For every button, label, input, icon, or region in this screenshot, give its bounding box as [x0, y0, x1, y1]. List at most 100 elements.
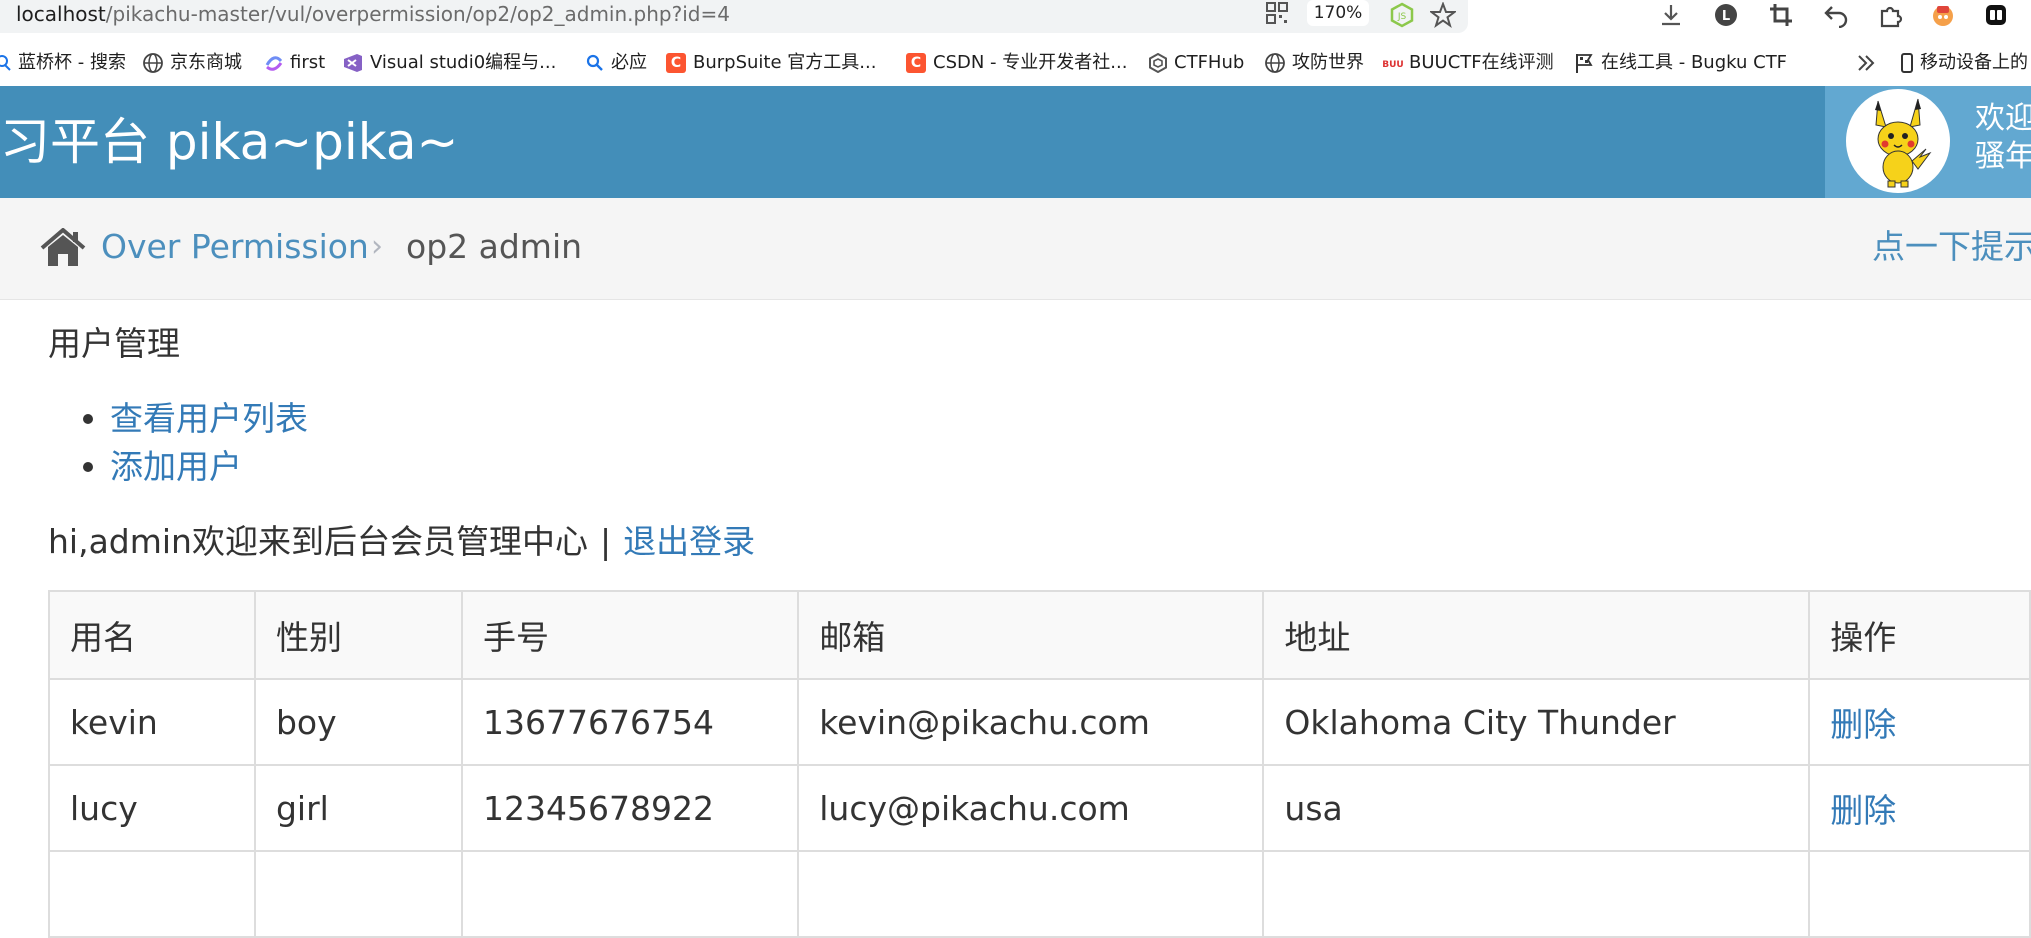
- bookmarks-overflow[interactable]: [1855, 44, 1883, 82]
- qr-code-icon[interactable]: [1266, 2, 1288, 24]
- greeting: hi,admin欢迎来到后台会员管理中心 | 退出登录: [48, 520, 755, 564]
- home-icon[interactable]: [40, 228, 86, 268]
- cell-action: 删除: [1808, 678, 2031, 766]
- svg-text:L: L: [1722, 9, 1730, 24]
- delete-link[interactable]: 删除: [1830, 705, 1896, 744]
- cell-phone: 13677676754: [461, 678, 800, 766]
- url-field[interactable]: localhost/pikachu-master/vul/overpermiss…: [0, 0, 1468, 33]
- bookmark-visual-studio[interactable]: Visual studi0编程与...: [342, 44, 556, 82]
- ctfhub-icon: [1149, 52, 1167, 74]
- add-user-link[interactable]: 添加用户: [110, 447, 242, 486]
- bookmark-label: CSDN - 专业开发者社...: [933, 52, 1128, 73]
- url-host: localhost: [16, 2, 106, 26]
- bookmark-adworld[interactable]: 攻防世界: [1264, 44, 1364, 82]
- breadcrumb-over-permission[interactable]: Over Permission: [101, 225, 369, 269]
- cell-empty: [1808, 850, 2031, 938]
- site-header: 习平台 pika~pika~ 欢迎 骚年: [0, 86, 2031, 198]
- column-header-username: 用名: [48, 590, 256, 680]
- pikachu-avatar-icon: [1848, 91, 1948, 191]
- cell-address: Oklahoma City Thunder: [1262, 678, 1811, 766]
- view-user-list-link[interactable]: 查看用户列表: [110, 399, 308, 438]
- breadcrumb-current: op2 admin: [406, 227, 583, 266]
- bookmark-label: 攻防世界: [1292, 52, 1364, 73]
- cell-phone: 12345678922: [461, 764, 800, 852]
- zoom-badge[interactable]: 170%: [1307, 0, 1369, 26]
- table-row: [48, 850, 2031, 938]
- cell-gender: boy: [253, 678, 464, 766]
- svg-text:JS: JS: [1397, 12, 1407, 22]
- first-site-icon: [265, 56, 283, 71]
- logout-link[interactable]: 退出登录: [623, 522, 755, 561]
- column-header-action: 操作: [1808, 590, 2031, 680]
- cell-email: kevin@pikachu.com: [797, 678, 1265, 766]
- bookmark-label: first: [290, 52, 326, 73]
- undo-icon[interactable]: [1823, 2, 1849, 28]
- svg-text:BUU: BUU: [1383, 60, 1403, 70]
- delete-link[interactable]: 删除: [1830, 791, 1896, 830]
- menu-icon[interactable]: [1983, 2, 2009, 28]
- star-icon[interactable]: [1430, 2, 1456, 28]
- flag-icon: [1576, 54, 1593, 73]
- cell-empty: [797, 850, 1265, 938]
- column-header-phone: 手号: [461, 590, 800, 680]
- crop-icon[interactable]: [1768, 2, 1794, 28]
- bookmark-burpsuite[interactable]: C BurpSuite 官方工具...: [666, 44, 876, 82]
- globe-icon: [1265, 53, 1285, 73]
- bookmark-label: BurpSuite 官方工具...: [693, 52, 877, 73]
- column-header-email: 邮箱: [797, 590, 1265, 680]
- browser-toolbar: localhost/pikachu-master/vul/overpermiss…: [0, 0, 2031, 36]
- bookmark-label: CTFHub: [1174, 52, 1245, 73]
- cell-username: kevin: [48, 678, 256, 766]
- welcome-line-2: 骚年: [1975, 139, 2031, 174]
- cell-email: lucy@pikachu.com: [797, 764, 1265, 852]
- bookmark-csdn[interactable]: C CSDN - 专业开发者社...: [906, 44, 1127, 82]
- double-chevron-right-icon: [1858, 55, 1875, 71]
- bookmark-label: 蓝桥杯 - 搜索: [18, 52, 126, 73]
- bookmark-mobile[interactable]: 移动设备上的: [1900, 44, 2028, 82]
- profile-icon[interactable]: L: [1713, 2, 1739, 28]
- node-js-icon[interactable]: JS: [1389, 2, 1415, 28]
- table-row: kevin boy 13677676754 kevin@pikachu.com …: [48, 678, 2031, 766]
- url-text: localhost/pikachu-master/vul/overpermiss…: [16, 2, 730, 26]
- search-icon: [0, 55, 11, 71]
- bookmark-first[interactable]: first: [264, 44, 325, 82]
- bookmark-buuctf[interactable]: BUU BUUCTF在线评测: [1382, 44, 1554, 82]
- cell-empty: [461, 850, 800, 938]
- menu-item-add-user: 添加用户: [80, 443, 308, 491]
- csdn-c-icon: C: [666, 53, 686, 73]
- user-box[interactable]: 欢迎 骚年: [1825, 86, 2031, 198]
- cell-username: lucy: [48, 764, 256, 852]
- search-icon: [586, 54, 603, 71]
- bookmark-label: 必应: [611, 52, 647, 73]
- mobile-device-icon: [1901, 53, 1913, 73]
- visual-studio-icon: [344, 54, 362, 72]
- cell-gender: girl: [253, 764, 464, 852]
- bookmark-bing[interactable]: 必应: [585, 44, 647, 82]
- welcome-text: 欢迎 骚年: [1975, 100, 2031, 176]
- breadcrumb: Over Permission › op2 admin 点一下提示: [0, 198, 2031, 300]
- hint-link[interactable]: 点一下提示: [1872, 225, 2031, 269]
- cell-action: 删除: [1808, 764, 2031, 852]
- greeting-separator: |: [599, 522, 612, 561]
- bookmark-label: 在线工具 - Bugku CTF: [1601, 52, 1788, 73]
- download-icon[interactable]: [1658, 2, 1684, 28]
- menu-item-user-list: 查看用户列表: [80, 395, 308, 443]
- bookmarks-bar: 蓝桥杯 - 搜索 京东商城 first Visual studi0编程与... …: [0, 44, 2031, 82]
- game-icon[interactable]: [1930, 2, 1956, 28]
- column-header-gender: 性别: [253, 590, 464, 680]
- url-path: /pikachu-master/vul/overpermission/op2/o…: [105, 2, 730, 26]
- bookmark-label: Visual studi0编程与...: [370, 52, 557, 73]
- column-header-address: 地址: [1262, 590, 1811, 680]
- cell-empty: [1262, 850, 1811, 938]
- globe-icon: [143, 53, 163, 73]
- cell-empty: [253, 850, 464, 938]
- bookmark-jd[interactable]: 京东商城: [142, 44, 242, 82]
- bookmark-bugku[interactable]: 在线工具 - Bugku CTF: [1573, 44, 1787, 82]
- bookmark-lanqiao[interactable]: 蓝桥杯 - 搜索: [0, 44, 126, 82]
- user-table: 用名 性别 手号 邮箱 地址 操作 kevin boy 13677676754 …: [48, 590, 2031, 938]
- bookmark-label: BUUCTF在线评测: [1409, 52, 1554, 73]
- extensions-icon[interactable]: [1878, 2, 1904, 28]
- table-row: lucy girl 12345678922 lucy@pikachu.com u…: [48, 764, 2031, 852]
- bookmark-ctfhub[interactable]: CTFHub: [1148, 44, 1244, 82]
- cell-empty: [48, 850, 256, 938]
